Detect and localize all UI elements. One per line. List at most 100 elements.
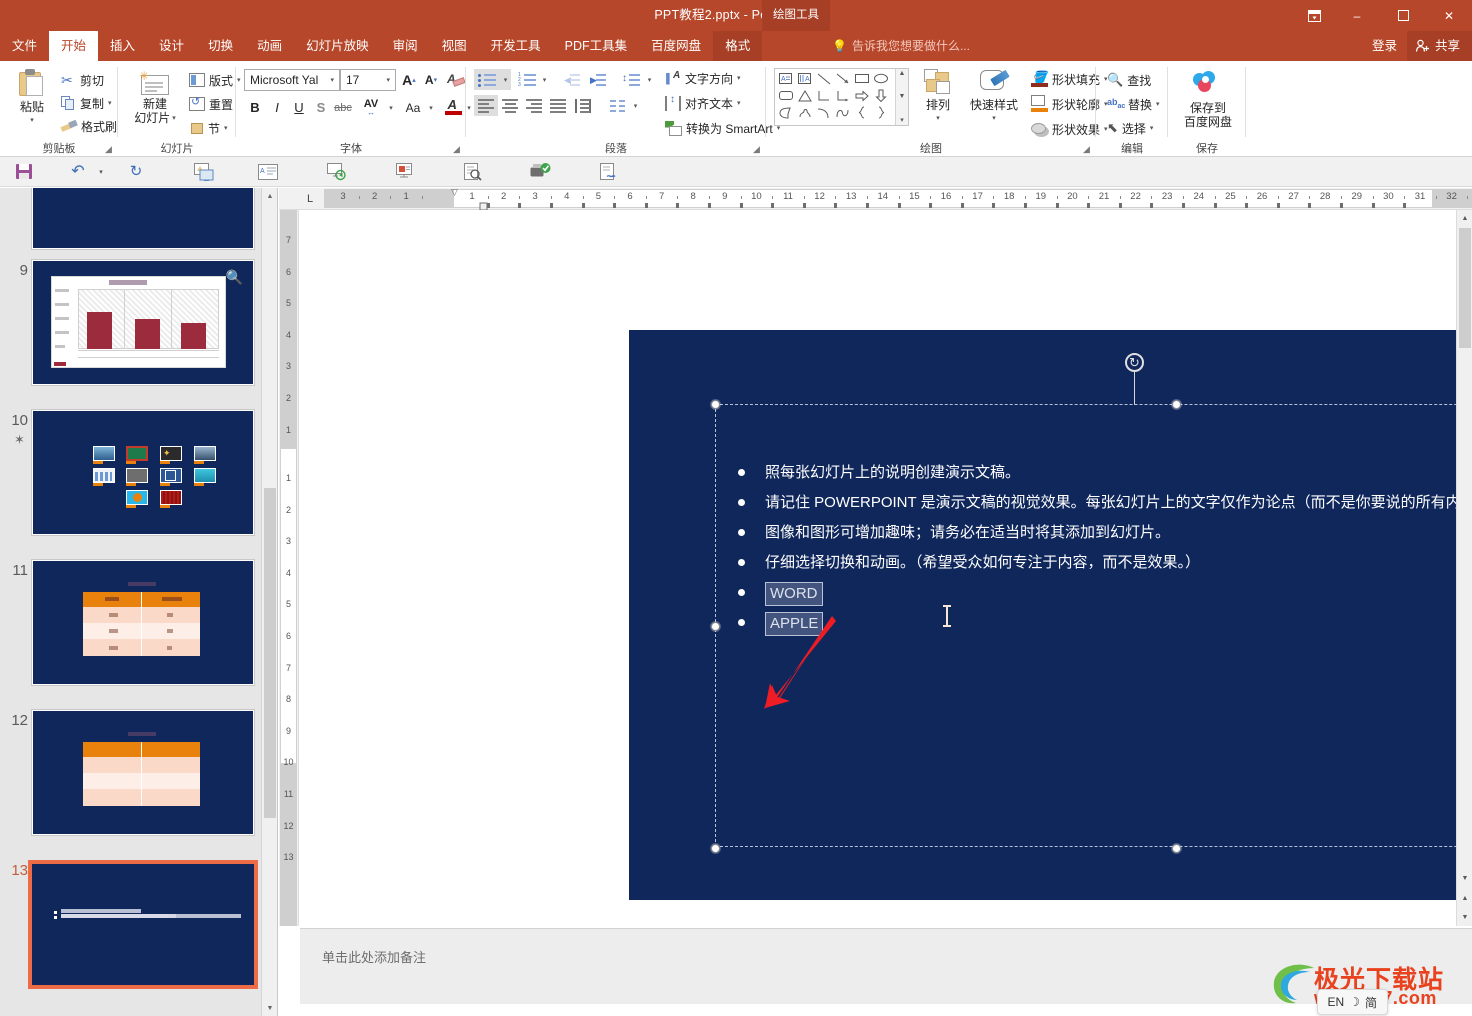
quick-styles-caret-icon[interactable]: ▾ (966, 112, 1022, 126)
thumbnail-row[interactable]: 13 (0, 860, 277, 1010)
thumbnail-scroll-up-icon[interactable]: ▲ (262, 188, 277, 204)
right-brace-shape-icon[interactable] (871, 104, 890, 121)
ruler-tab-stop[interactable] (739, 203, 743, 208)
thumbnail-row[interactable]: 10 ✶ ✦ (0, 409, 277, 560)
flowchart-shape-icon[interactable] (776, 104, 795, 121)
reset-button[interactable]: 重置 (186, 93, 236, 115)
resize-handle-n[interactable] (1172, 400, 1181, 409)
ime-indicator[interactable]: EN ☽ 简 (1316, 989, 1388, 1015)
change-case-caret-icon[interactable]: ▾ (429, 104, 433, 112)
numbering-button[interactable]: 123 (515, 69, 539, 90)
font-name-combo[interactable]: Microsoft Yal ▾ (244, 69, 340, 91)
tab-view[interactable]: 视图 (430, 31, 479, 61)
tell-me-box[interactable]: 💡 告诉我您想要做什么... (832, 31, 970, 61)
start-from-beginning-button[interactable] (188, 159, 220, 185)
copy-dropdown-caret-icon[interactable]: ▾ (108, 99, 112, 107)
thumbnail-scrollbar[interactable]: ▲ ▼ (261, 188, 277, 1016)
freeform-shape-icon[interactable] (795, 104, 814, 121)
minimize-button[interactable]: – (1334, 0, 1380, 31)
slide-scrollbar[interactable]: ▲ ▼ ▲ ▼ (1456, 210, 1472, 926)
slide-thumbnail-pane[interactable]: 9 🔍 10 ✶ ✦ 11 12 13 ▲ ▼ (0, 188, 278, 1016)
arrow-shape-icon[interactable] (833, 70, 852, 87)
tab-developer[interactable]: 开发工具 (479, 31, 553, 61)
elbow-arrow-connector-shape-icon[interactable] (833, 87, 852, 104)
ruler-tab-stop[interactable] (613, 203, 617, 208)
font-size-caret-icon[interactable]: ▾ (383, 76, 393, 84)
ruler-tab-stop[interactable] (834, 203, 838, 208)
thumbnail-slide-9[interactable]: 🔍 (31, 259, 255, 386)
slideshow-button[interactable] (388, 159, 420, 185)
rotate-handle[interactable]: ↻ (1125, 353, 1144, 372)
ruler-tab-stop[interactable] (644, 203, 648, 208)
drawing-dialog-launcher[interactable]: ◢ (1081, 144, 1092, 155)
columns-button[interactable] (606, 95, 630, 116)
redo-button[interactable]: ↻ (120, 159, 152, 185)
gallery-scroll-down-icon[interactable]: ▼ (899, 93, 906, 100)
previous-slide-button[interactable]: ▲ (1457, 890, 1472, 907)
increase-indent-button[interactable]: ▶ (586, 69, 610, 90)
undo-dropdown[interactable]: ▾ (94, 159, 108, 185)
align-left-button[interactable] (474, 95, 498, 116)
copy-button[interactable]: 复制 ▾ (58, 92, 115, 114)
ruler-tab-stop[interactable] (1055, 203, 1059, 208)
thumbnail-row[interactable]: 9 🔍 (0, 259, 277, 410)
ribbon-display-options-icon[interactable] (1294, 0, 1334, 31)
slide-bullet-2[interactable]: 请记住 POWERPOINT 是演示文稿的视觉效果。每张幻灯片上的文字仅作为论点… (738, 493, 1472, 513)
thumbnail-row[interactable]: 11 (0, 559, 277, 710)
spelling-check-button[interactable] (524, 159, 556, 185)
italic-button[interactable]: I (266, 97, 288, 118)
bold-button[interactable]: B (244, 97, 266, 118)
ruler-tab-stop[interactable] (992, 203, 996, 208)
tab-format[interactable]: 格式 (713, 31, 763, 61)
tab-insert[interactable]: 插入 (98, 31, 147, 61)
tab-slideshow[interactable]: 幻灯片放映 (294, 31, 381, 61)
tab-review[interactable]: 审阅 (381, 31, 430, 61)
section-caret-icon[interactable]: ▾ (224, 124, 228, 132)
underline-button[interactable]: U (288, 97, 310, 118)
quick-styles-button[interactable]: 快速样式 ▾ (966, 69, 1022, 126)
paragraph-dialog-launcher[interactable]: ◢ (751, 144, 762, 155)
select-button[interactable]: ⬉ 选择 ▾ (1104, 117, 1156, 139)
thumbnail-slide-8[interactable] (31, 188, 255, 250)
ruler-tab-stop[interactable] (1118, 203, 1122, 208)
font-name-caret-icon[interactable]: ▾ (327, 76, 337, 84)
ruler-tab-stop[interactable] (1308, 203, 1312, 208)
align-right-button[interactable] (522, 95, 546, 116)
ruler-tab-stop[interactable] (1245, 203, 1249, 208)
ruler-tab-stop[interactable] (866, 203, 869, 208)
align-center-button[interactable] (498, 95, 522, 116)
tab-file[interactable]: 文件 (0, 31, 50, 61)
font-color-button[interactable]: A (442, 95, 464, 119)
gallery-more-icon[interactable]: ▾ (900, 116, 904, 124)
ruler-tab-stop[interactable] (550, 203, 553, 208)
replace-button[interactable]: abac 替换 ▾ (1104, 93, 1163, 115)
change-case-button[interactable]: Aa (400, 97, 426, 118)
horizontal-ruler[interactable]: L 3 2 1 1 2 3 4 5 6 7 8 9 10 11 12 13 14 15 16 17 18 19 20 21 22… (279, 188, 1472, 211)
resize-handle-sw[interactable] (711, 844, 720, 853)
hyperlink-button[interactable] (592, 159, 624, 185)
maximize-button[interactable] (1380, 0, 1426, 31)
slide-canvas[interactable]: ↻ 照每张幻灯片上的说明创建演示文稿。 请记住 POWERPOINT 是演示文稿… (300, 210, 1472, 926)
line-shape-icon[interactable] (814, 70, 833, 87)
print-preview-button[interactable] (456, 159, 488, 185)
new-slide-qat-button[interactable]: A (252, 159, 284, 185)
notes-pane[interactable]: 单击此处添加备注 (300, 928, 1472, 1004)
ruler-tab-stop[interactable] (676, 203, 680, 208)
vertical-text-box-shape-icon[interactable]: A (795, 70, 814, 87)
font-dialog-launcher[interactable]: ◢ (451, 144, 462, 155)
align-text-caret-icon[interactable]: ▾ (737, 99, 741, 107)
left-brace-shape-icon[interactable] (852, 104, 871, 121)
replace-caret-icon[interactable]: ▾ (1156, 100, 1160, 108)
clipboard-dialog-launcher[interactable]: ◢ (103, 144, 114, 155)
ruler-tab-stop[interactable] (1087, 203, 1091, 208)
arc-shape-icon[interactable] (814, 104, 833, 121)
bullets-button[interactable] (474, 69, 500, 90)
present-online-button[interactable] (320, 159, 352, 185)
character-spacing-button[interactable]: AV ↔ (356, 97, 386, 118)
right-arrow-shape-icon[interactable] (852, 87, 871, 104)
share-button[interactable]: 共享 (1406, 31, 1472, 61)
thumbnail-row[interactable] (0, 188, 277, 264)
find-button[interactable]: 🔍 查找 (1104, 69, 1154, 91)
ruler-tab-stop[interactable] (1340, 203, 1343, 208)
arrange-button[interactable]: 排列 ▾ (914, 69, 962, 126)
